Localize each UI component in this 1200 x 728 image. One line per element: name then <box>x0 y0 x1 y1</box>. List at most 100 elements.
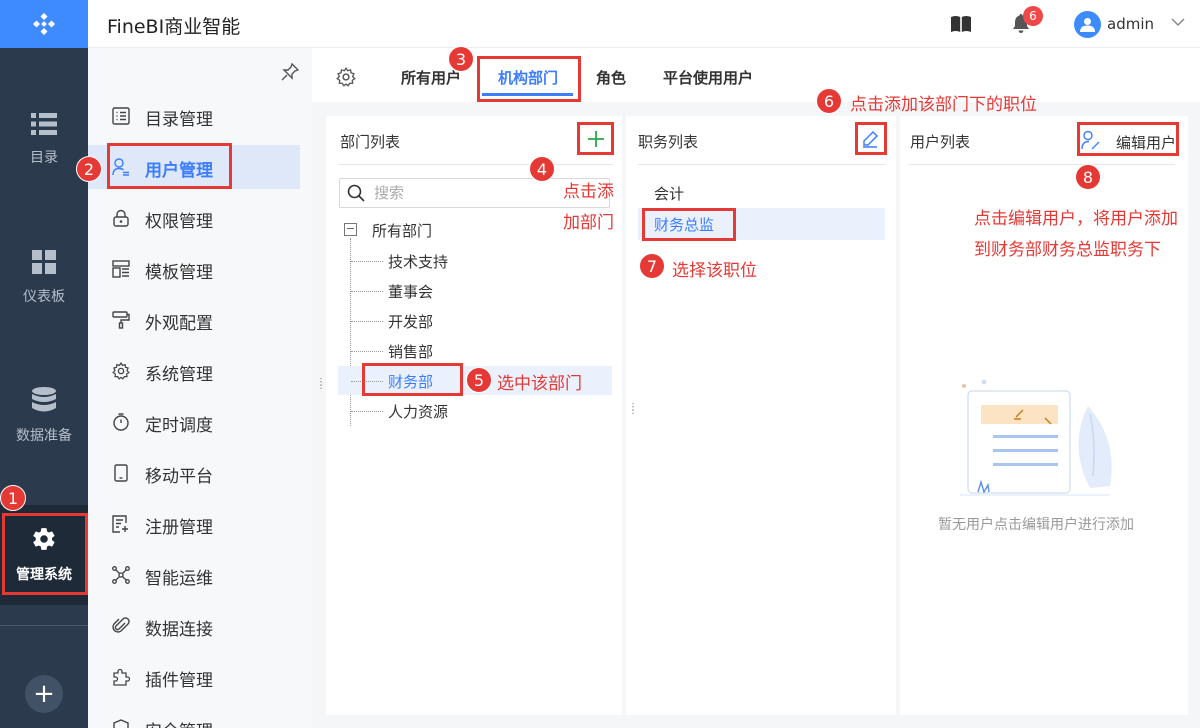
nav-item-catalog-manage[interactable]: 目录管理 <box>88 94 300 138</box>
rail-divider <box>0 625 88 626</box>
annotation-step-badge: 1 <box>0 485 26 511</box>
tab-roles[interactable]: 角色 <box>596 67 626 88</box>
left-rail: 目录 仪表板 数据准备 管理系统 + <box>0 0 88 728</box>
annotation-step-badge: 4 <box>529 156 555 182</box>
annotation-box-add-department <box>577 122 614 155</box>
annotation-step-badge: 6 <box>816 88 842 114</box>
search-icon <box>347 184 365 202</box>
nav-item-label: 外观配置 <box>145 314 213 334</box>
panel-resize-handle[interactable]: ⋮ ⋮ <box>316 378 326 391</box>
panel-divider <box>338 164 613 165</box>
nav-item-permission[interactable]: 权限管理 <box>88 196 300 240</box>
annotation-step-badge: 3 <box>448 46 474 72</box>
chevron-down-icon[interactable] <box>1171 18 1185 27</box>
nav-item-label: 安全管理 <box>145 717 213 728</box>
shield-icon <box>113 719 129 728</box>
tree-connector <box>351 261 383 262</box>
settings-gear-icon[interactable] <box>336 67 356 87</box>
empty-state-illustration <box>960 379 1112 496</box>
tree-node[interactable]: 销售部 <box>388 341 433 362</box>
nav-item-label: 注册管理 <box>145 518 213 538</box>
register-icon <box>112 515 128 533</box>
nav-item-register[interactable]: 注册管理 <box>88 502 300 546</box>
user-name[interactable]: admin <box>1107 15 1154 33</box>
department-panel-title: 部门列表 <box>340 133 401 151</box>
job-item[interactable]: 会计 <box>654 183 684 204</box>
nav-item-label: 系统管理 <box>145 365 213 385</box>
top-bar: FineBI商业智能 6 admin <box>88 0 1200 48</box>
pin-icon[interactable] <box>281 63 299 81</box>
nav-item-label: 插件管理 <box>145 671 213 691</box>
annotation-note: 点击编辑用户，将用户添加 <box>974 209 1178 229</box>
nav-item-plugin[interactable]: 插件管理 <box>88 655 300 699</box>
annotation-step-badge: 8 <box>1075 164 1101 190</box>
annotation-note: 选择该职位 <box>672 261 757 281</box>
timer-icon <box>113 413 129 431</box>
panel-divider <box>638 164 886 165</box>
tree-root-node[interactable]: 所有部门 <box>372 220 432 241</box>
add-button[interactable]: + <box>25 675 63 713</box>
nav-item-schedule[interactable]: 定时调度 <box>88 400 300 444</box>
plugin-icon <box>113 668 130 686</box>
network-icon <box>112 566 130 584</box>
annotation-note: 加部门 <box>563 213 614 233</box>
nav-item-data-connection[interactable]: 数据连接 <box>88 604 300 648</box>
catalog-icon <box>31 113 57 135</box>
tree-connector <box>351 321 383 322</box>
nav-item-template[interactable]: 模板管理 <box>88 247 300 291</box>
annotation-box-finance-director <box>642 208 736 241</box>
empty-state-text: 暂无用户点击编辑用户进行添加 <box>938 517 1134 533</box>
nav-item-appearance[interactable]: 外观配置 <box>88 298 300 342</box>
rail-item-label: 数据准备 <box>16 428 72 444</box>
panel-resize-handle[interactable]: ⋮ ⋮ <box>628 403 638 416</box>
catalog-manage-icon <box>112 107 130 125</box>
user-avatar-icon <box>1080 18 1095 32</box>
tree-node[interactable]: 人力资源 <box>388 401 448 422</box>
tree-collapse-toggle[interactable]: − <box>344 223 357 236</box>
nav-item-security[interactable]: 安全管理 <box>88 706 300 728</box>
tree-node[interactable]: 董事会 <box>388 281 433 302</box>
tree-connector <box>351 411 383 412</box>
annotation-box-departments-tab <box>477 56 581 102</box>
gear-icon <box>112 362 130 380</box>
rail-item-data-prep[interactable]: 数据准备 <box>0 366 88 466</box>
rail-item-label: 目录 <box>30 150 58 166</box>
app-window: 目录 仪表板 数据准备 管理系统 + FineBI商业智能 6 admin 目录… <box>0 0 1200 728</box>
tree-connector <box>351 291 383 292</box>
link-icon <box>112 617 130 633</box>
nav-item-label: 定时调度 <box>145 416 213 436</box>
annotation-note: 点击添加该部门下的职位 <box>850 95 1037 115</box>
tree-node[interactable]: 开发部 <box>388 311 433 332</box>
paint-roller-icon <box>112 311 130 329</box>
tab-platform-users[interactable]: 平台使用用户 <box>663 67 753 88</box>
logo-icon <box>32 12 56 36</box>
annotation-step-badge: 2 <box>76 156 102 182</box>
annotation-note: 选中该部门 <box>497 374 582 394</box>
tabs-bar: 所有用户 机构部门 角色 平台使用用户 <box>312 48 1200 102</box>
tree-connector <box>351 351 383 352</box>
rail-item-dashboard[interactable]: 仪表板 <box>0 228 88 328</box>
annotation-box-user-manage <box>107 143 232 189</box>
app-logo[interactable] <box>0 0 88 48</box>
annotation-note: 到财务部财务总监职务下 <box>974 240 1161 260</box>
rail-item-catalog[interactable]: 目录 <box>0 90 88 190</box>
job-panel: 职务列表 <box>626 116 896 715</box>
notification-badge: 6 <box>1023 6 1043 26</box>
nav-item-ops[interactable]: 智能运维 <box>88 553 300 597</box>
nav-item-label: 移动平台 <box>145 467 213 487</box>
tree-connector <box>350 238 351 426</box>
app-title: FineBI商业智能 <box>107 16 241 38</box>
tree-node[interactable]: 技术支持 <box>388 251 448 272</box>
dashboard-icon <box>32 250 56 274</box>
avatar[interactable] <box>1074 11 1101 38</box>
book-icon[interactable] <box>951 15 971 33</box>
template-icon <box>112 260 130 278</box>
annotation-box-edit-user <box>1077 122 1179 156</box>
nav-item-system[interactable]: 系统管理 <box>88 349 300 393</box>
nav-item-label: 智能运维 <box>145 569 213 589</box>
search-input[interactable] <box>374 183 594 203</box>
tab-all-users[interactable]: 所有用户 <box>401 67 461 88</box>
panel-divider <box>908 164 1175 165</box>
job-panel-title: 职务列表 <box>638 133 699 151</box>
nav-item-mobile[interactable]: 移动平台 <box>88 451 300 495</box>
